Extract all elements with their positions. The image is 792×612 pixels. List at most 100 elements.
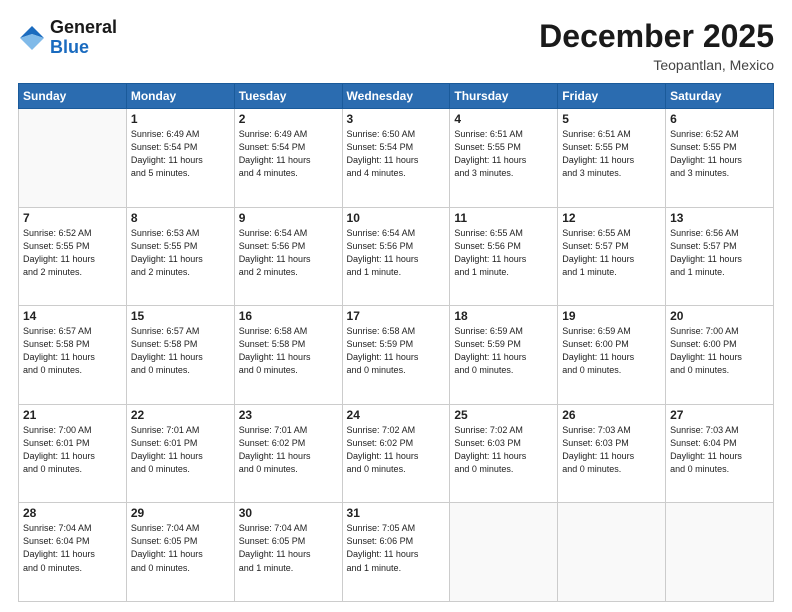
day-number: 24 [347,408,446,422]
calendar-cell: 20 Sunrise: 7:00 AM Sunset: 6:00 PM Dayli… [666,306,774,405]
day-number: 14 [23,309,122,323]
day-info: Sunrise: 6:59 AM Sunset: 6:00 PM Dayligh… [562,325,661,377]
day-number: 8 [131,211,230,225]
calendar-cell [19,109,127,208]
day-info: Sunrise: 7:02 AM Sunset: 6:02 PM Dayligh… [347,424,446,476]
day-number: 22 [131,408,230,422]
day-info: Sunrise: 6:58 AM Sunset: 5:58 PM Dayligh… [239,325,338,377]
calendar-cell: 21 Sunrise: 7:00 AM Sunset: 6:01 PM Dayli… [19,404,127,503]
calendar-cell: 9 Sunrise: 6:54 AM Sunset: 5:56 PM Daylig… [234,207,342,306]
day-number: 12 [562,211,661,225]
day-number: 5 [562,112,661,126]
calendar-week-1: 1Sunrise: 6:49 AM Sunset: 5:54 PM Daylig… [19,109,774,208]
day-info: Sunrise: 6:57 AM Sunset: 5:58 PM Dayligh… [23,325,122,377]
calendar-cell: 1Sunrise: 6:49 AM Sunset: 5:54 PM Daylig… [126,109,234,208]
calendar-cell: 29 Sunrise: 7:04 AM Sunset: 6:05 PM Dayli… [126,503,234,602]
location: Teopantlan, Mexico [539,57,774,73]
calendar-cell: 13 Sunrise: 6:56 AM Sunset: 5:57 PM Dayli… [666,207,774,306]
calendar-cell: 8 Sunrise: 6:53 AM Sunset: 5:55 PM Daylig… [126,207,234,306]
day-info: Sunrise: 6:54 AM Sunset: 5:56 PM Dayligh… [347,227,446,279]
day-info: Sunrise: 7:01 AM Sunset: 6:01 PM Dayligh… [131,424,230,476]
day-info: Sunrise: 6:59 AM Sunset: 5:59 PM Dayligh… [454,325,553,377]
calendar-cell [450,503,558,602]
day-info: Sunrise: 6:52 AM Sunset: 5:55 PM Dayligh… [670,128,769,180]
calendar-cell: 18Sunrise: 6:59 AM Sunset: 5:59 PM Dayli… [450,306,558,405]
calendar-cell: 14 Sunrise: 6:57 AM Sunset: 5:58 PM Dayli… [19,306,127,405]
calendar-cell: 2Sunrise: 6:49 AM Sunset: 5:54 PM Daylig… [234,109,342,208]
day-number: 17 [347,309,446,323]
header-thursday: Thursday [450,84,558,109]
calendar-cell: 31Sunrise: 7:05 AM Sunset: 6:06 PM Dayli… [342,503,450,602]
header-tuesday: Tuesday [234,84,342,109]
day-number: 16 [239,309,338,323]
calendar-cell: 4 Sunrise: 6:51 AM Sunset: 5:55 PM Daylig… [450,109,558,208]
day-number: 23 [239,408,338,422]
day-number: 15 [131,309,230,323]
day-number: 6 [670,112,769,126]
day-info: Sunrise: 7:04 AM Sunset: 6:05 PM Dayligh… [239,522,338,574]
day-number: 30 [239,506,338,520]
calendar-week-2: 7Sunrise: 6:52 AM Sunset: 5:55 PM Daylig… [19,207,774,306]
day-number: 13 [670,211,769,225]
day-info: Sunrise: 6:53 AM Sunset: 5:55 PM Dayligh… [131,227,230,279]
calendar-week-5: 28 Sunrise: 7:04 AM Sunset: 6:04 PM Dayli… [19,503,774,602]
day-number: 27 [670,408,769,422]
calendar-cell: 5 Sunrise: 6:51 AM Sunset: 5:55 PM Daylig… [558,109,666,208]
calendar-cell: 19 Sunrise: 6:59 AM Sunset: 6:00 PM Dayli… [558,306,666,405]
day-info: Sunrise: 6:50 AM Sunset: 5:54 PM Dayligh… [347,128,446,180]
weekday-header-row: Sunday Monday Tuesday Wednesday Thursday… [19,84,774,109]
day-info: Sunrise: 7:01 AM Sunset: 6:02 PM Dayligh… [239,424,338,476]
calendar-cell: 23 Sunrise: 7:01 AM Sunset: 6:02 PM Dayli… [234,404,342,503]
day-info: Sunrise: 7:04 AM Sunset: 6:05 PM Dayligh… [131,522,230,574]
header-sunday: Sunday [19,84,127,109]
day-info: Sunrise: 6:54 AM Sunset: 5:56 PM Dayligh… [239,227,338,279]
header: General Blue December 2025 Teopantlan, M… [18,18,774,73]
day-info: Sunrise: 6:51 AM Sunset: 5:55 PM Dayligh… [454,128,553,180]
day-info: Sunrise: 6:57 AM Sunset: 5:58 PM Dayligh… [131,325,230,377]
calendar-cell: 28 Sunrise: 7:04 AM Sunset: 6:04 PM Dayli… [19,503,127,602]
header-wednesday: Wednesday [342,84,450,109]
day-info: Sunrise: 6:49 AM Sunset: 5:54 PM Dayligh… [239,128,338,180]
day-info: Sunrise: 6:49 AM Sunset: 5:54 PM Dayligh… [131,128,230,180]
day-info: Sunrise: 7:04 AM Sunset: 6:04 PM Dayligh… [23,522,122,574]
day-info: Sunrise: 7:03 AM Sunset: 6:03 PM Dayligh… [562,424,661,476]
day-number: 29 [131,506,230,520]
day-number: 21 [23,408,122,422]
calendar-cell: 12Sunrise: 6:55 AM Sunset: 5:57 PM Dayli… [558,207,666,306]
day-number: 28 [23,506,122,520]
calendar-cell: 7Sunrise: 6:52 AM Sunset: 5:55 PM Daylig… [19,207,127,306]
day-info: Sunrise: 6:58 AM Sunset: 5:59 PM Dayligh… [347,325,446,377]
calendar-cell: 26Sunrise: 7:03 AM Sunset: 6:03 PM Dayli… [558,404,666,503]
day-info: Sunrise: 6:56 AM Sunset: 5:57 PM Dayligh… [670,227,769,279]
day-number: 7 [23,211,122,225]
calendar-cell [666,503,774,602]
day-number: 31 [347,506,446,520]
calendar-cell: 27Sunrise: 7:03 AM Sunset: 6:04 PM Dayli… [666,404,774,503]
day-info: Sunrise: 7:02 AM Sunset: 6:03 PM Dayligh… [454,424,553,476]
calendar-cell: 10Sunrise: 6:54 AM Sunset: 5:56 PM Dayli… [342,207,450,306]
day-number: 4 [454,112,553,126]
calendar-cell: 22 Sunrise: 7:01 AM Sunset: 6:01 PM Dayli… [126,404,234,503]
title-block: December 2025 Teopantlan, Mexico [539,18,774,73]
day-number: 19 [562,309,661,323]
day-number: 3 [347,112,446,126]
day-info: Sunrise: 6:55 AM Sunset: 5:56 PM Dayligh… [454,227,553,279]
day-number: 25 [454,408,553,422]
logo-text: General Blue [50,18,117,58]
page: General Blue December 2025 Teopantlan, M… [0,0,792,612]
month-title: December 2025 [539,18,774,55]
calendar-week-3: 14 Sunrise: 6:57 AM Sunset: 5:58 PM Dayli… [19,306,774,405]
calendar-cell: 6 Sunrise: 6:52 AM Sunset: 5:55 PM Daylig… [666,109,774,208]
day-info: Sunrise: 7:00 AM Sunset: 6:00 PM Dayligh… [670,325,769,377]
header-saturday: Saturday [666,84,774,109]
calendar-cell [558,503,666,602]
header-monday: Monday [126,84,234,109]
calendar-cell: 3 Sunrise: 6:50 AM Sunset: 5:54 PM Daylig… [342,109,450,208]
calendar-week-4: 21 Sunrise: 7:00 AM Sunset: 6:01 PM Dayli… [19,404,774,503]
day-info: Sunrise: 6:51 AM Sunset: 5:55 PM Dayligh… [562,128,661,180]
calendar-cell: 17 Sunrise: 6:58 AM Sunset: 5:59 PM Dayli… [342,306,450,405]
day-number: 9 [239,211,338,225]
day-info: Sunrise: 7:00 AM Sunset: 6:01 PM Dayligh… [23,424,122,476]
day-number: 20 [670,309,769,323]
header-friday: Friday [558,84,666,109]
